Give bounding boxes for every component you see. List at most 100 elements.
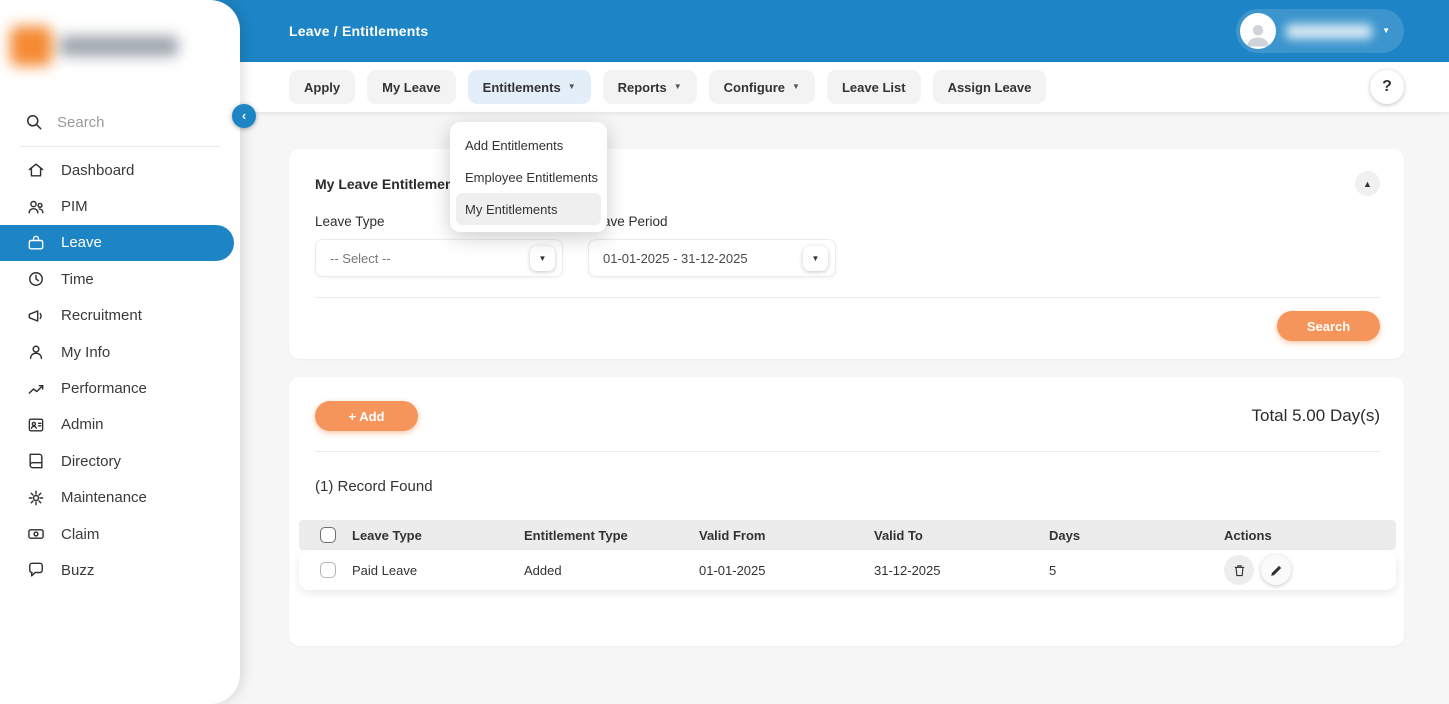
menu-item-employee-entitlements[interactable]: Employee Entitlements — [456, 161, 601, 193]
menu-item-add-entitlements[interactable]: Add Entitlements — [456, 129, 601, 161]
breadcrumb[interactable]: Leave / Entitlements — [289, 23, 428, 39]
select-value: 01-01-2025 - 31-12-2025 — [603, 251, 748, 266]
sidebar-item-claim[interactable]: Claim — [0, 516, 240, 552]
sidebar-item-leave[interactable]: Leave — [0, 225, 234, 261]
sidebar-item-admin[interactable]: Admin — [0, 407, 240, 443]
tab-reports[interactable]: Reports ▼ — [603, 70, 697, 104]
id-card-icon — [26, 415, 46, 435]
sidebar-item-label: Directory — [61, 453, 121, 470]
sidebar-item-label: Admin — [61, 416, 104, 433]
logo-text — [60, 36, 178, 56]
person-icon — [1243, 19, 1273, 49]
trend-icon — [26, 379, 46, 399]
tab-my-leave[interactable]: My Leave — [367, 70, 456, 104]
tab-label: Configure — [724, 80, 785, 95]
menu-item-my-entitlements[interactable]: My Entitlements — [456, 193, 601, 225]
sidebar-item-recruitment[interactable]: Recruitment — [0, 298, 240, 334]
chevron-down-icon: ▼ — [568, 83, 576, 91]
sidebar-item-pim[interactable]: PIM — [0, 188, 240, 224]
module-tab-bar: Apply My Leave Entitlements ▼ Reports ▼ … — [240, 62, 1449, 112]
sidebar-item-directory[interactable]: Directory — [0, 443, 240, 479]
tab-label: Reports — [618, 80, 667, 95]
row-actions — [1224, 555, 1384, 585]
sidebar-item-label: Performance — [61, 380, 147, 397]
app-logo-redacted[interactable] — [10, 20, 195, 72]
user-caret-icon: ▼ — [1382, 27, 1390, 35]
help-button[interactable]: ? — [1370, 70, 1404, 104]
col-header: Actions — [1224, 528, 1384, 543]
divider — [20, 146, 220, 147]
sidebar-item-time[interactable]: Time — [0, 261, 240, 297]
collapse-card-button[interactable]: ▲ — [1355, 171, 1380, 196]
leave-type-select[interactable]: -- Select -- ▼ — [315, 239, 563, 277]
tab-apply[interactable]: Apply — [289, 70, 355, 104]
chevron-down-icon: ▼ — [803, 246, 828, 271]
chevron-left-icon: ‹ — [242, 108, 246, 123]
sidebar-item-label: Claim — [61, 526, 99, 543]
main-content: My Leave Entitlements ▲ Leave Type -- Se… — [240, 112, 1449, 704]
tab-label: Assign Leave — [948, 80, 1032, 95]
table-row: Paid Leave Added 01-01-2025 31-12-2025 5 — [299, 550, 1396, 590]
chevron-down-icon: ▼ — [674, 83, 682, 91]
dashboard-icon — [26, 160, 46, 180]
tab-label: Apply — [304, 80, 340, 95]
sidebar-item-buzz[interactable]: Buzz — [0, 552, 240, 588]
total-days-label: Total 5.00 Day(s) — [1252, 406, 1381, 426]
row-checkbox[interactable] — [320, 562, 336, 578]
sidebar-item-label: My Info — [61, 344, 110, 361]
tab-label: My Leave — [382, 80, 441, 95]
user-name-redacted — [1286, 24, 1372, 39]
sidebar-item-label: Maintenance — [61, 489, 147, 506]
sidebar-item-label: PIM — [61, 198, 88, 215]
cell-valid-from: 01-01-2025 — [699, 563, 874, 578]
sidebar-collapse-button[interactable]: ‹ — [232, 104, 256, 128]
suitcase-icon — [26, 233, 46, 253]
card-title: My Leave Entitlements — [315, 176, 466, 192]
sidebar-item-dashboard[interactable]: Dashboard — [0, 152, 240, 188]
sidebar-item-label: Leave — [61, 234, 102, 251]
search-button[interactable]: Search — [1277, 311, 1380, 341]
cell-leave-type: Paid Leave — [352, 563, 524, 578]
chevron-down-icon: ▼ — [530, 246, 555, 271]
clock-icon — [26, 269, 46, 289]
cell-valid-to: 31-12-2025 — [874, 563, 1049, 578]
chevron-down-icon: ▼ — [792, 83, 800, 91]
entitlements-dropdown-menu: Add Entitlements Employee Entitlements M… — [450, 122, 607, 232]
col-header: Days — [1049, 528, 1224, 543]
logo-mark — [10, 26, 52, 66]
tab-entitlements[interactable]: Entitlements ▼ — [468, 70, 591, 104]
col-header: Valid To — [874, 528, 1049, 543]
select-all-checkbox[interactable] — [320, 527, 336, 543]
select-value: -- Select -- — [330, 251, 391, 266]
col-header: Valid From — [699, 528, 874, 543]
entitlements-results-card: + Add Total 5.00 Day(s) (1) Record Found… — [289, 377, 1404, 646]
leave-period-label: Leave Period — [588, 214, 836, 229]
add-button[interactable]: + Add — [315, 401, 418, 431]
table-header-row: Leave Type Entitlement Type Valid From V… — [299, 520, 1396, 550]
leave-period-select[interactable]: 01-01-2025 - 31-12-2025 ▼ — [588, 239, 836, 277]
people-icon — [26, 197, 46, 217]
edit-button[interactable] — [1261, 555, 1291, 585]
tab-assign-leave[interactable]: Assign Leave — [933, 70, 1047, 104]
sidebar-item-label: Buzz — [61, 562, 94, 579]
tab-leave-list[interactable]: Leave List — [827, 70, 921, 104]
divider — [315, 297, 1380, 298]
caret-up-icon: ▲ — [1363, 179, 1372, 189]
record-count: (1) Record Found — [315, 478, 1380, 495]
tab-configure[interactable]: Configure ▼ — [709, 70, 815, 104]
sidebar-item-maintenance[interactable]: Maintenance — [0, 480, 240, 516]
delete-button[interactable] — [1224, 555, 1254, 585]
sidebar-item-my-info[interactable]: My Info — [0, 334, 240, 370]
user-menu[interactable]: ▼ — [1236, 9, 1404, 53]
pencil-icon — [1269, 563, 1284, 578]
sidebar-menu: Dashboard PIM Leave Time Recruitment — [0, 152, 240, 589]
book-icon — [26, 451, 46, 471]
leave-period-field: Leave Period 01-01-2025 - 31-12-2025 ▼ — [588, 214, 836, 277]
search-input[interactable] — [57, 114, 197, 131]
col-header: Entitlement Type — [524, 528, 699, 543]
sidebar-item-performance[interactable]: Performance — [0, 370, 240, 406]
col-header: Leave Type — [352, 528, 524, 543]
tab-label: Entitlements — [483, 80, 561, 95]
person-icon — [26, 342, 46, 362]
sidebar-item-label: Time — [61, 271, 94, 288]
